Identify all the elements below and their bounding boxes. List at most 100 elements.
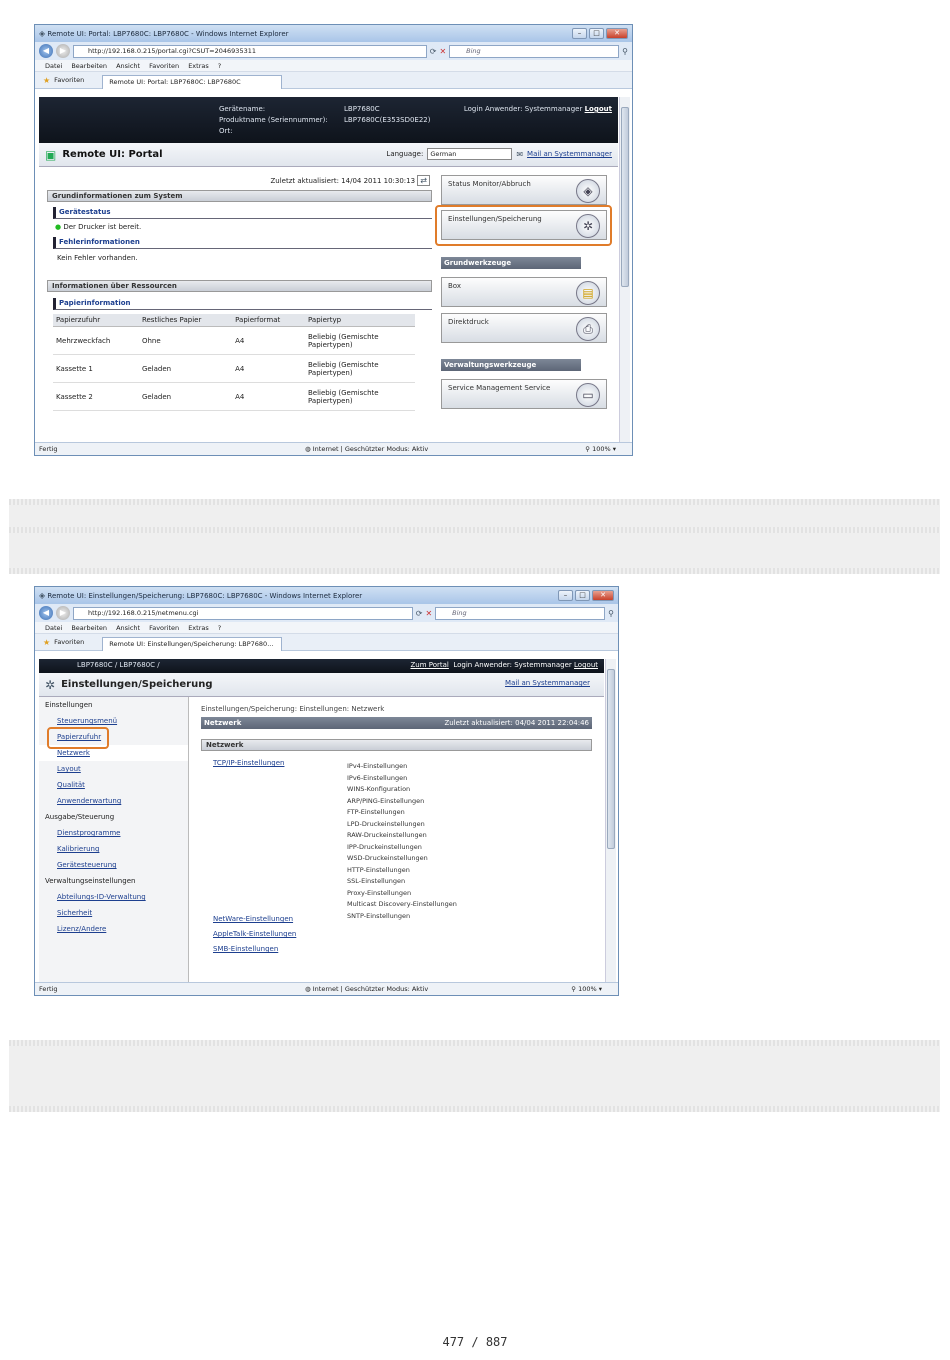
box-button[interactable]: Box ▤ <box>441 277 607 307</box>
logout-link[interactable]: Logout <box>585 105 612 113</box>
sidebar-item[interactable]: Abteilungs-ID-Verwaltung <box>39 889 188 905</box>
tcpip-subitem: FTP-Einstellungen <box>347 808 405 816</box>
menu-bearbeiten[interactable]: Bearbeiten <box>71 62 107 70</box>
highlight-netzwerk <box>47 727 109 749</box>
sidebar-item[interactable]: Layout <box>39 761 188 777</box>
url-input[interactable]: http://192.168.0.215/netmenu.cgi <box>73 606 413 620</box>
language-selector: Language: German ✉ Mail an Systemmanager <box>386 148 612 160</box>
status-ok-icon: ● <box>55 223 62 231</box>
status-monitor-button[interactable]: Status Monitor/Abbruch ◈ <box>441 175 607 205</box>
sidebar-item[interactable]: Dienstprogramme <box>39 825 188 841</box>
tcpip-settings-link[interactable]: TCP/IP-Einstellungen <box>213 759 284 767</box>
browser-window-settings: ◈ Remote UI: Einstellungen/Speicherung: … <box>34 586 619 996</box>
language-label: Language: <box>386 150 424 158</box>
favorites-button[interactable]: Favoriten <box>54 638 84 646</box>
page-title: Remote UI: Portal <box>62 149 163 160</box>
menu-help[interactable]: ? <box>218 62 221 70</box>
to-portal-link[interactable]: Zum Portal <box>410 661 448 669</box>
sidebar-item[interactable]: Sicherheit <box>39 905 188 921</box>
refresh-icon[interactable]: ⟳ <box>430 47 437 56</box>
vertical-scrollbar[interactable] <box>605 659 616 982</box>
group-basic-tools: Grundwerkzeuge <box>441 257 581 269</box>
browser-tab[interactable]: Remote UI: Einstellungen/Speicherung: LB… <box>102 636 283 651</box>
menu-datei[interactable]: Datei <box>45 62 62 70</box>
device-header: LBP7680C / LBP7680C / Zum Portal Login A… <box>39 659 604 673</box>
sidebar-item[interactable]: Lizenz/Andere <box>39 921 188 937</box>
menu-favoriten[interactable]: Favoriten <box>149 624 179 632</box>
search-icon[interactable]: ⚲ <box>622 47 628 56</box>
zoom-control[interactable]: ⚲ 100% ▾ <box>585 445 616 453</box>
menu-help[interactable]: ? <box>218 624 221 632</box>
scroll-thumb[interactable] <box>607 669 615 849</box>
search-input[interactable]: Bing <box>435 606 606 620</box>
menu-extras[interactable]: Extras <box>188 624 209 632</box>
col-header: Papiertyp <box>305 314 415 327</box>
service-management-button[interactable]: Service Management Service ▭ <box>441 379 607 409</box>
favorites-button[interactable]: Favoriten <box>54 76 84 84</box>
zone-text: Internet | Geschützter Modus: Aktiv <box>312 985 429 993</box>
menu-ansicht[interactable]: Ansicht <box>116 62 140 70</box>
sidebar-item[interactable]: Qualität <box>39 777 188 793</box>
zone-info: ◍ Internet | Geschützter Modus: Aktiv <box>305 985 428 993</box>
search-input[interactable]: Bing <box>449 44 620 58</box>
close-button[interactable]: ✕ <box>606 28 628 39</box>
cell: A4 <box>232 382 305 411</box>
menu-extras[interactable]: Extras <box>188 62 209 70</box>
tcpip-subitem: HTTP-Einstellungen <box>347 865 410 874</box>
menu-datei[interactable]: Datei <box>45 624 62 632</box>
favorites-bar: ★ Favoriten Remote UI: Portal: LBP7680C:… <box>35 72 632 89</box>
sidebar-item[interactable]: Anwenderwartung <box>39 793 188 809</box>
forward-icon[interactable]: ▶ <box>56 606 70 620</box>
menu-bearbeiten[interactable]: Bearbeiten <box>71 624 107 632</box>
minimize-button[interactable]: – <box>558 590 573 601</box>
forward-icon[interactable]: ▶ <box>56 44 70 58</box>
scroll-thumb[interactable] <box>621 107 629 287</box>
location-label: Ort: <box>219 127 233 135</box>
mail-link[interactable]: Mail an Systemmanager <box>527 150 612 158</box>
refresh-page-icon[interactable]: ⇄ <box>417 175 430 186</box>
device-name-label: Gerätename: <box>219 105 266 113</box>
table-row: Kassette 2 Geladen A4 Beliebig (Gemischte P… <box>53 382 415 411</box>
tcpip-subitem: SSL-Einstellungen <box>347 877 406 885</box>
browser-tab[interactable]: Remote UI: Portal: LBP7680C: LBP7680C <box>102 74 283 89</box>
cell: Geladen <box>138 354 233 383</box>
direct-print-button[interactable]: Direktdruck ⎙ <box>441 313 607 343</box>
tcpip-subitem: LPD-Druckeinstellungen <box>347 819 425 828</box>
appletalk-settings-link[interactable]: AppleTalk-Einstellungen <box>213 927 296 942</box>
mail-icon[interactable]: ✉ <box>516 150 523 159</box>
mail-link[interactable]: Mail an Systemmanager <box>505 679 590 687</box>
favorites-bar: ★ Favoriten Remote UI: Einstellungen/Spe… <box>35 634 618 651</box>
vertical-scrollbar[interactable] <box>619 97 630 442</box>
maximize-button[interactable]: □ <box>589 28 604 39</box>
smb-settings-link[interactable]: SMB-Einstellungen <box>213 942 296 957</box>
url-input[interactable]: http://192.168.0.215/portal.cgi?CSUT=204… <box>73 44 427 58</box>
minimize-button[interactable]: – <box>572 28 587 39</box>
sidebar-item[interactable]: Gerätesteuerung <box>39 857 188 873</box>
netware-settings-link[interactable]: NetWare-Einstellungen <box>213 912 296 927</box>
stop-icon[interactable]: ✕ <box>425 609 432 618</box>
device-header: Gerätename: LBP7680C Produktname (Serien… <box>39 97 618 143</box>
menu-favoriten[interactable]: Favoriten <box>149 62 179 70</box>
back-icon[interactable]: ◀ <box>39 44 53 58</box>
sidebar-item[interactable]: Kalibrierung <box>39 841 188 857</box>
menu-ansicht[interactable]: Ansicht <box>116 624 140 632</box>
note-band <box>9 1046 940 1106</box>
status-bar: Fertig ◍ Internet | Geschützter Modus: A… <box>35 982 618 995</box>
stop-icon[interactable]: ✕ <box>439 47 446 56</box>
refresh-icon[interactable]: ⟳ <box>416 609 423 618</box>
cell: Ohne <box>138 326 233 355</box>
network-header-title: Netzwerk <box>204 719 242 727</box>
note-band <box>9 505 940 527</box>
back-icon[interactable]: ◀ <box>39 606 53 620</box>
search-icon[interactable]: ⚲ <box>608 609 614 618</box>
logout-link[interactable]: Logout <box>574 661 598 669</box>
cell: Kassette 1 <box>53 354 139 383</box>
page-content: LBP7680C / LBP7680C / Zum Portal Login A… <box>39 659 604 982</box>
zoom-level: 100% <box>592 445 611 453</box>
language-select[interactable]: German <box>427 148 513 160</box>
tcpip-subitem: IPv6-Einstellungen <box>347 773 408 782</box>
zoom-control[interactable]: ⚲ 100% ▾ <box>571 985 602 993</box>
title-bar: ◈ Remote UI: Portal: LBP7680C: LBP7680C … <box>35 25 632 42</box>
close-button[interactable]: ✕ <box>592 590 614 601</box>
maximize-button[interactable]: □ <box>575 590 590 601</box>
